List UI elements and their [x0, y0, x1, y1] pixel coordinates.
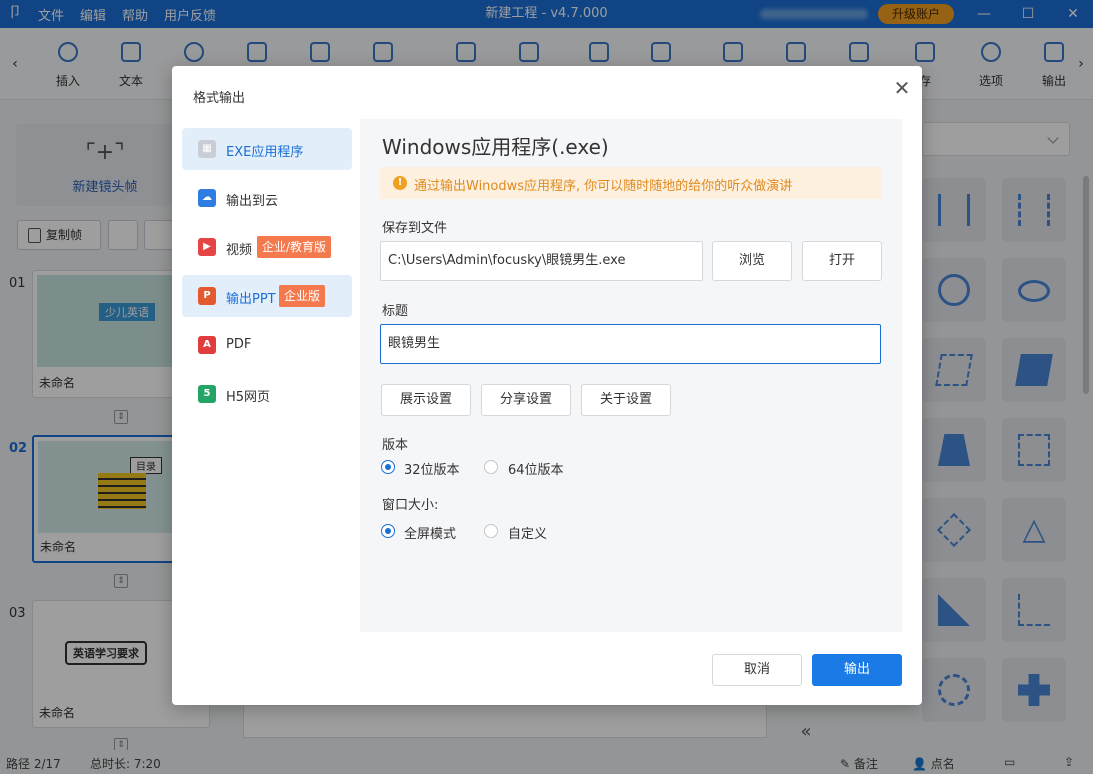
play-icon: ▶: [198, 238, 216, 256]
version-label: 版本: [382, 438, 409, 453]
nav-pdf-label: PDF: [226, 337, 252, 352]
dialog-close-icon[interactable]: ✕: [890, 76, 914, 100]
share-settings-button[interactable]: 分享设置: [481, 384, 571, 416]
save-to-file-label: 保存到文件: [382, 221, 448, 236]
nav-exe-label: EXE应用程序: [226, 145, 304, 160]
nav-h5-label: H5网页: [226, 390, 271, 405]
version-64-label: 64位版本: [508, 463, 564, 478]
display-settings-button[interactable]: 展示设置: [381, 384, 471, 416]
fullscreen-label: 全屏模式: [404, 527, 457, 542]
cancel-button[interactable]: 取消: [712, 654, 802, 686]
title-label: 标题: [382, 304, 409, 319]
nav-cloud[interactable]: ☁ 输出到云: [182, 177, 352, 219]
dialog-title: 格式输出: [193, 91, 246, 106]
open-button[interactable]: 打开: [802, 241, 882, 281]
save-path-field[interactable]: C:\Users\Admin\focusky\眼镜男生.exe: [380, 241, 703, 281]
nav-pdf[interactable]: A PDF: [182, 324, 352, 366]
custom-size-label: 自定义: [508, 527, 548, 542]
edition-badge: 企业/教育版: [257, 236, 332, 258]
cloud-icon: ☁: [198, 189, 216, 207]
custom-size-radio[interactable]: [484, 524, 498, 538]
version-32-label: 32位版本: [404, 463, 460, 478]
export-dialog: 格式输出 ✕ ▦ EXE应用程序 ☁ 输出到云 ▶ 视频 企业/教育版 P 输出…: [172, 66, 922, 705]
browse-button[interactable]: 浏览: [712, 241, 792, 281]
nav-ppt[interactable]: P 输出PPT 企业版: [182, 275, 352, 317]
format-heading: Windows应用程序(.exe): [382, 135, 609, 159]
title-field[interactable]: 眼镜男生: [380, 324, 881, 364]
version-32-radio[interactable]: [381, 460, 395, 474]
pdf-icon: A: [198, 336, 216, 354]
about-settings-button[interactable]: 关于设置: [581, 384, 671, 416]
nav-cloud-label: 输出到云: [226, 194, 279, 209]
fullscreen-radio[interactable]: [381, 524, 395, 538]
nav-h5[interactable]: 5 H5网页: [182, 373, 352, 415]
info-notice: ! 通过输出Winodws应用程序, 你可以随时随地的给你的听众做演讲: [380, 167, 882, 199]
export-button[interactable]: 输出: [812, 654, 902, 686]
info-icon: !: [393, 176, 407, 190]
edition-badge: 企业版: [279, 285, 326, 307]
nav-ppt-label: 输出PPT: [226, 292, 276, 307]
nav-video[interactable]: ▶ 视频 企业/教育版: [182, 226, 352, 268]
ppt-icon: P: [198, 287, 216, 305]
html5-icon: 5: [198, 385, 216, 403]
nav-video-label: 视频: [226, 243, 253, 258]
window-size-label: 窗口大小:: [382, 498, 439, 513]
nav-exe[interactable]: ▦ EXE应用程序: [182, 128, 352, 170]
windows-icon: ▦: [198, 140, 216, 158]
notice-text: 通过输出Winodws应用程序, 你可以随时随地的给你的听众做演讲: [414, 179, 793, 194]
version-64-radio[interactable]: [484, 460, 498, 474]
export-settings-panel: Windows应用程序(.exe) ! 通过输出Winodws应用程序, 你可以…: [360, 119, 902, 632]
